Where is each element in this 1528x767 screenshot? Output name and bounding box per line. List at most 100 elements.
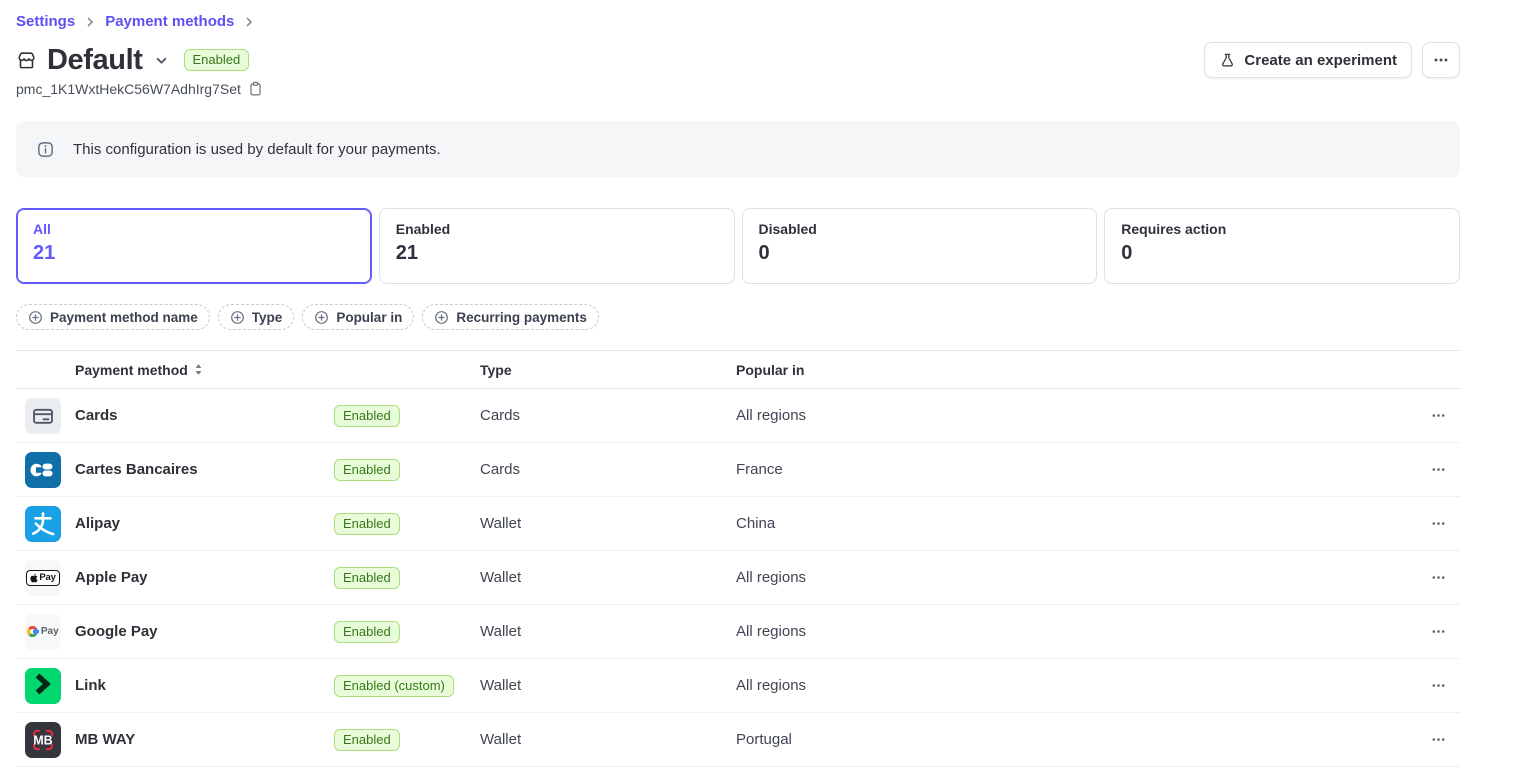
payment-method-region: China [736, 515, 1416, 532]
stat-value: 0 [1121, 242, 1132, 265]
stat-card-disabled[interactable]: Disabled 0 [742, 208, 1098, 284]
svg-text:MB: MB [33, 733, 52, 747]
stat-label: All [33, 221, 51, 237]
clipboard-icon [248, 81, 263, 97]
create-experiment-label: Create an experiment [1244, 52, 1397, 69]
filter-label: Popular in [336, 310, 402, 325]
filter-label: Type [252, 310, 283, 325]
create-experiment-button[interactable]: Create an experiment [1204, 42, 1412, 78]
plus-circle-icon [434, 310, 449, 325]
payment-method-region: All regions [736, 623, 1416, 640]
payment-methods-table: Payment method Type Popular in Cards Ena… [16, 350, 1460, 767]
config-dropdown-button[interactable] [153, 52, 170, 69]
ellipsis-icon [1430, 515, 1447, 532]
stat-card-enabled[interactable]: Enabled 21 [379, 208, 735, 284]
stat-label: Disabled [759, 221, 817, 237]
cartes-bancaires-icon [25, 452, 61, 488]
status-badge: Enabled [334, 459, 400, 481]
payment-method-name: Google Pay [75, 623, 334, 640]
row-overflow-button[interactable] [1416, 457, 1460, 482]
chevron-down-icon [155, 54, 168, 67]
status-badge: Enabled [184, 49, 250, 71]
ellipsis-icon [1430, 569, 1447, 586]
table-row[interactable]: Pay Apple Pay Enabled Wallet All regions [16, 551, 1460, 605]
row-overflow-button[interactable] [1416, 565, 1460, 590]
status-badge: Enabled [334, 621, 400, 643]
table-row[interactable]: Link Enabled (custom) Wallet All regions [16, 659, 1460, 713]
payment-method-name: Cartes Bancaires [75, 461, 334, 478]
row-overflow-button[interactable] [1416, 511, 1460, 536]
payment-method-name: MB WAY [75, 731, 334, 748]
flask-icon [1219, 52, 1236, 69]
breadcrumb-settings[interactable]: Settings [16, 13, 75, 30]
status-badge: Enabled (custom) [334, 675, 454, 697]
payment-method-type: Wallet [480, 569, 736, 586]
table-row[interactable]: Cartes Bancaires Enabled Cards France [16, 443, 1460, 497]
ellipsis-icon [1430, 623, 1447, 640]
header-overflow-button[interactable] [1422, 42, 1460, 78]
table-row[interactable]: Alipay Enabled Wallet China [16, 497, 1460, 551]
filter-pill-type[interactable]: Type [218, 304, 295, 330]
payment-method-region: All regions [736, 407, 1416, 424]
ellipsis-icon [1430, 461, 1447, 478]
stat-value: 0 [759, 242, 770, 265]
sort-button[interactable] [194, 363, 203, 376]
table-body: Cards Enabled Cards All regions Cartes B… [16, 389, 1460, 767]
sort-icon [194, 363, 203, 376]
filter-pill-payment-method-name[interactable]: Payment method name [16, 304, 210, 330]
payment-method-type: Cards [480, 461, 736, 478]
page-header: Default Enabled Create an experiment [16, 42, 1460, 78]
stat-label: Requires action [1121, 221, 1226, 237]
payment-method-type: Wallet [480, 731, 736, 748]
stat-card-all[interactable]: All 21 [16, 208, 372, 284]
stat-value: 21 [396, 242, 418, 265]
filter-pill-recurring-payments[interactable]: Recurring payments [422, 304, 599, 330]
cards-icon [25, 398, 61, 434]
apple-pay-icon: Pay [25, 560, 61, 596]
status-badge: Enabled [334, 567, 400, 589]
payment-method-type: Wallet [480, 623, 736, 640]
stat-card-requires-action[interactable]: Requires action 0 [1104, 208, 1460, 284]
table-row[interactable]: Pay Google Pay Enabled Wallet All region… [16, 605, 1460, 659]
payment-methods-page: Settings Payment methods Default Enabled [16, 0, 1460, 767]
plus-circle-icon [314, 310, 329, 325]
payment-method-name: Alipay [75, 515, 334, 532]
config-id-row: pmc_1K1WxtHekC56W7AdhIrg7Set [16, 81, 1460, 97]
ellipsis-icon [1430, 677, 1447, 694]
row-overflow-button[interactable] [1416, 403, 1460, 428]
payment-method-name: Cards [75, 407, 334, 424]
column-type: Type [480, 362, 736, 378]
table-row[interactable]: Cards Enabled Cards All regions [16, 389, 1460, 443]
stat-label: Enabled [396, 221, 450, 237]
table-header: Payment method Type Popular in [16, 350, 1460, 389]
table-row[interactable]: MB MB WAY Enabled Wallet Portugal [16, 713, 1460, 767]
plus-circle-icon [230, 310, 245, 325]
payment-method-region: Portugal [736, 731, 1416, 748]
breadcrumb: Settings Payment methods [16, 0, 1460, 30]
breadcrumb-payment-methods[interactable]: Payment methods [105, 13, 234, 30]
status-badge: Enabled [334, 513, 400, 535]
row-overflow-button[interactable] [1416, 727, 1460, 752]
payment-method-type: Cards [480, 407, 736, 424]
filter-pill-popular-in[interactable]: Popular in [302, 304, 414, 330]
page-title: Default [47, 44, 143, 77]
info-icon [36, 140, 55, 159]
filter-label: Payment method name [50, 310, 198, 325]
ellipsis-icon [1430, 407, 1447, 424]
payment-method-name: Link [75, 677, 334, 694]
payment-method-type: Wallet [480, 677, 736, 694]
ellipsis-icon [1432, 51, 1450, 69]
copy-id-button[interactable] [248, 81, 263, 97]
info-banner: This configuration is used by default fo… [16, 121, 1460, 177]
filter-label: Recurring payments [456, 310, 587, 325]
storefront-icon [16, 50, 37, 71]
payment-method-type: Wallet [480, 515, 736, 532]
row-overflow-button[interactable] [1416, 619, 1460, 644]
config-id: pmc_1K1WxtHekC56W7AdhIrg7Set [16, 81, 241, 97]
row-overflow-button[interactable] [1416, 673, 1460, 698]
payment-method-region: All regions [736, 677, 1416, 694]
chevron-right-icon [84, 16, 96, 28]
status-badge: Enabled [334, 729, 400, 751]
payment-method-region: All regions [736, 569, 1416, 586]
mb-way-icon: MB [25, 722, 61, 758]
